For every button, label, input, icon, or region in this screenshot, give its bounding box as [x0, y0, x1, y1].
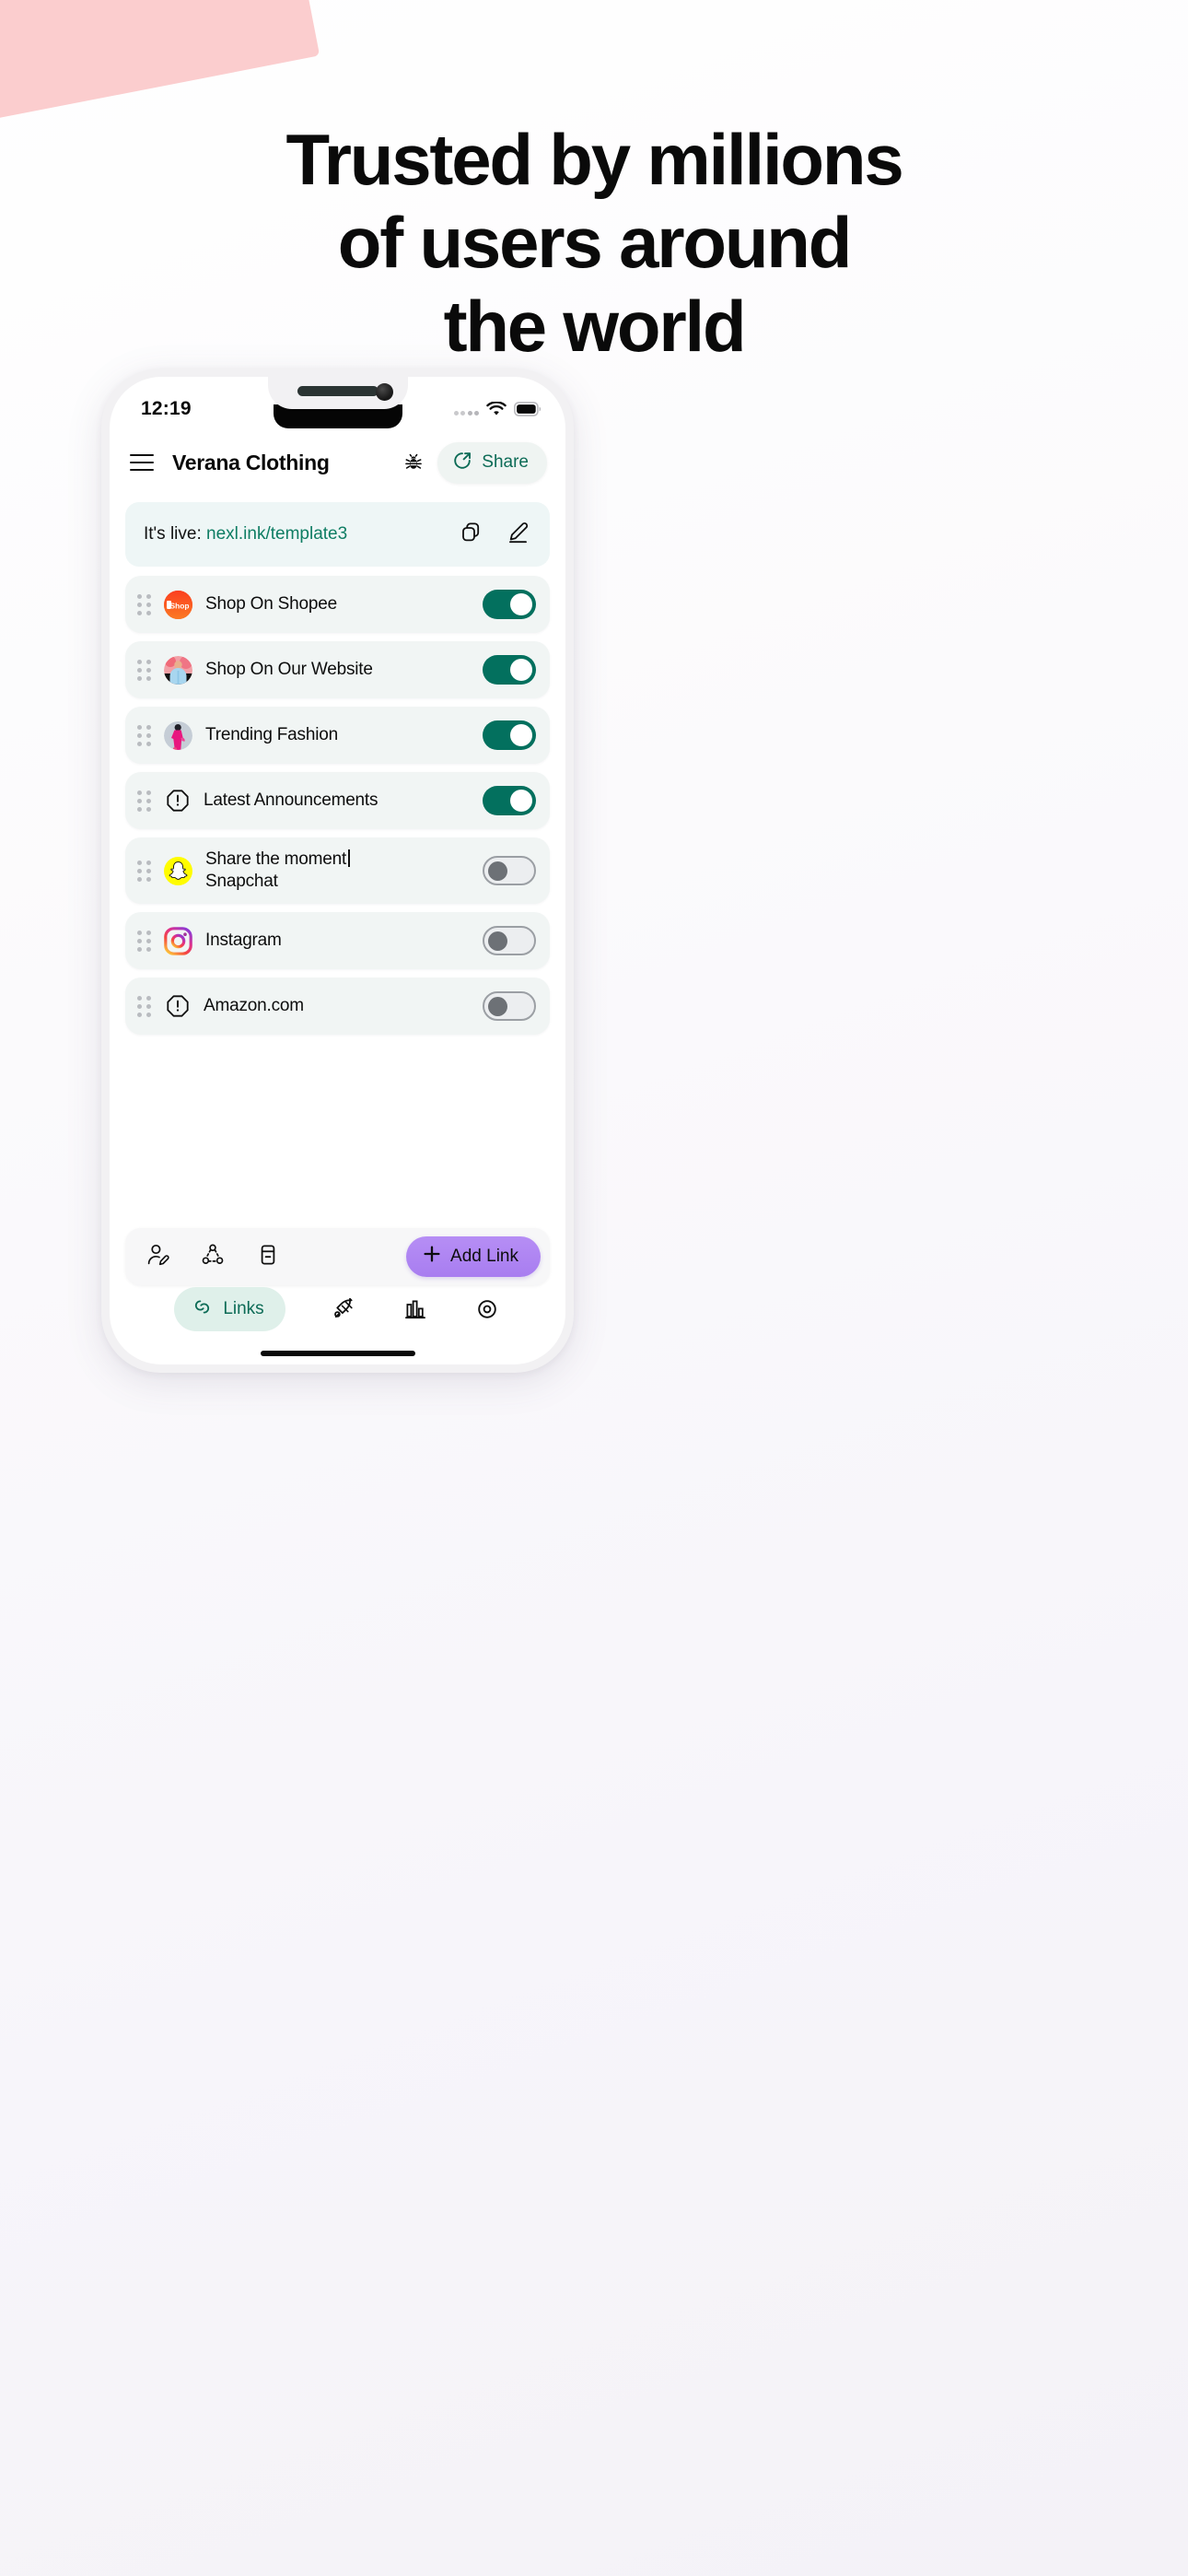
table-row[interactable]: Trending Fashion	[125, 707, 550, 764]
eye-preview-icon[interactable]	[473, 1295, 501, 1323]
user-edit-icon[interactable]	[146, 1243, 169, 1271]
link-list: Shop Shop On Shopee Shop On Our Website …	[125, 576, 550, 1043]
table-row[interactable]: Shop Shop On Shopee	[125, 576, 550, 633]
website-photo-icon	[164, 655, 192, 685]
drag-handle-icon[interactable]	[137, 659, 151, 681]
alert-octagon-icon	[166, 787, 190, 815]
copy-icon[interactable]	[460, 521, 483, 548]
app-title: Verana Clothing	[172, 450, 330, 474]
chain-link-icon	[191, 1295, 214, 1323]
action-toolbar: Add Link	[125, 1228, 550, 1285]
drag-handle-icon[interactable]	[137, 930, 151, 952]
link-label: Shop On Our Website	[205, 659, 373, 679]
link-toggle[interactable]	[483, 786, 536, 815]
fashion-photo-icon	[164, 720, 192, 750]
link-toggle[interactable]	[483, 856, 536, 885]
bug-icon[interactable]	[402, 451, 425, 474]
bottom-nav: Links	[110, 1285, 565, 1333]
phone-screen: 12:19 Verana Clothing Share It's live: n…	[110, 377, 565, 1364]
link-label: Trending Fashion	[205, 724, 338, 744]
home-indicator	[260, 1351, 415, 1356]
snapchat-icon	[164, 856, 192, 885]
headline-line-2: of users around	[337, 202, 853, 284]
share-circle-arrow-icon	[451, 450, 473, 476]
app-header: Verana Clothing Share	[110, 432, 565, 493]
page-root: Trusted by millions of users around the …	[0, 0, 1188, 2576]
action-toolbar-icons	[146, 1243, 406, 1271]
tab-links[interactable]: Links	[174, 1287, 285, 1331]
drag-handle-icon[interactable]	[137, 860, 151, 882]
table-row[interactable]: Latest Announcements	[125, 772, 550, 829]
island-speaker-pill	[297, 386, 379, 396]
share-button[interactable]: Share	[437, 441, 547, 484]
link-label: Amazon.com	[204, 995, 304, 1015]
link-toggle[interactable]	[483, 720, 536, 750]
shopee-icon: Shop	[164, 590, 192, 619]
drag-handle-icon[interactable]	[137, 790, 151, 812]
link-toggle[interactable]	[483, 590, 536, 619]
link-label-line-1: Share the moment	[205, 849, 347, 869]
bar-chart-icon[interactable]	[402, 1295, 429, 1323]
island-camera-icon	[375, 383, 393, 401]
status-time: 12:19	[141, 398, 192, 419]
wifi-icon	[486, 402, 507, 416]
live-url-text: It's live: nexl.ink/template3	[144, 524, 460, 544]
drag-handle-icon[interactable]	[137, 724, 151, 746]
table-row[interactable]: Shop On Our Website	[125, 641, 550, 698]
phone-mockup: 12:19 Verana Clothing Share It's live: n…	[101, 369, 574, 1373]
alert-octagon-icon	[166, 992, 190, 1021]
plus-icon	[423, 1245, 441, 1269]
link-toggle[interactable]	[483, 991, 536, 1021]
headline-line-1: Trusted by millions	[285, 119, 904, 200]
add-link-button[interactable]: Add Link	[406, 1236, 541, 1277]
live-url-banner: It's live: nexl.ink/template3	[125, 502, 550, 567]
dynamic-island	[267, 377, 408, 409]
link-label: Share the moment Snapchat	[205, 849, 483, 894]
text-caret	[348, 849, 350, 867]
drag-handle-icon[interactable]	[137, 593, 151, 615]
table-row[interactable]: Instagram	[125, 912, 550, 969]
live-url-link[interactable]: nexl.ink/template3	[206, 524, 347, 544]
archive-icon[interactable]	[256, 1243, 280, 1271]
status-indicators	[453, 402, 542, 416]
pencil-edit-icon[interactable]	[507, 521, 530, 548]
headline-line-3: the world	[443, 285, 747, 367]
link-label-line-2: Snapchat	[205, 872, 278, 891]
link-toggle[interactable]	[483, 926, 536, 955]
link-label: Latest Announcements	[204, 790, 379, 810]
link-label: Instagram	[205, 930, 282, 950]
link-toggle[interactable]	[483, 655, 536, 685]
share-button-label: Share	[482, 452, 529, 472]
rocket-design-icon[interactable]	[330, 1295, 357, 1323]
link-label: Shop On Shopee	[205, 593, 337, 614]
page-title: Trusted by millions of users around the …	[0, 118, 1188, 368]
live-banner-actions	[460, 521, 530, 548]
hamburger-menu-icon[interactable]	[130, 454, 154, 471]
share-nodes-icon[interactable]	[201, 1243, 225, 1271]
table-row[interactable]: Amazon.com	[125, 978, 550, 1035]
tab-links-label: Links	[223, 1299, 264, 1318]
signal-dots-icon	[453, 404, 479, 416]
drag-handle-icon[interactable]	[137, 995, 151, 1017]
instagram-icon	[164, 926, 192, 955]
svg-text:Shop: Shop	[170, 601, 190, 610]
battery-full-icon	[514, 402, 542, 416]
live-prefix-label: It's live:	[144, 524, 207, 544]
add-link-label: Add Link	[450, 1247, 518, 1266]
table-row[interactable]: Share the moment Snapchat	[125, 837, 550, 904]
